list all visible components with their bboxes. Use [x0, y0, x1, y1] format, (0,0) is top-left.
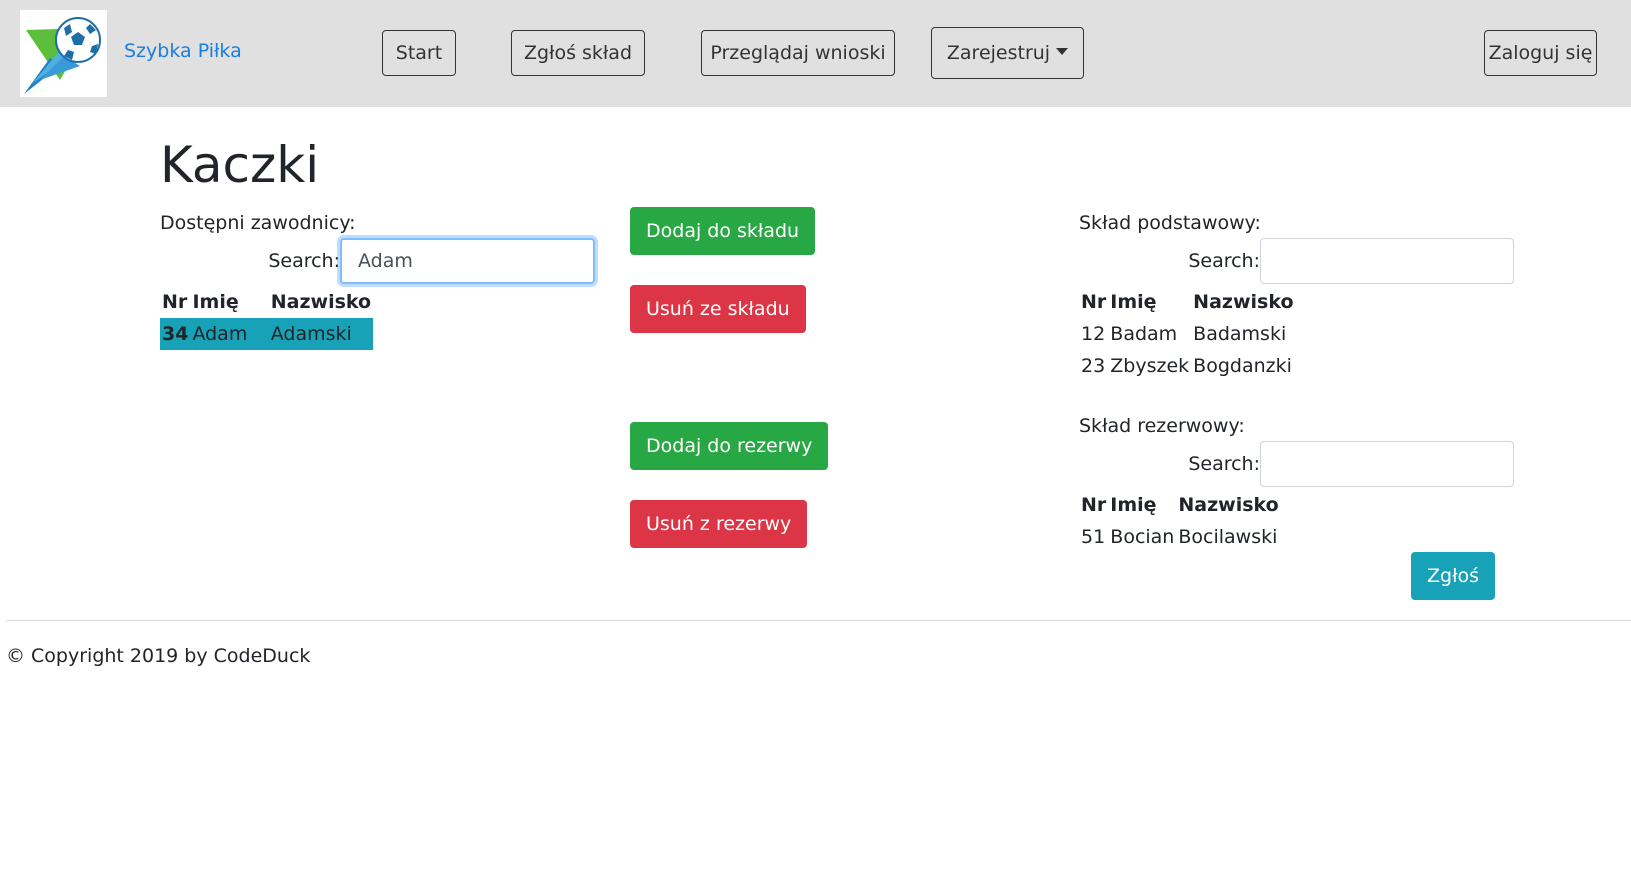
navbar: Szybka Piłka Start Zgłoś skład Przegląda…: [0, 0, 1631, 107]
available-search-label: Search:: [268, 250, 340, 272]
add-to-reserve-button[interactable]: Dodaj do rezerwy: [630, 422, 829, 470]
player-last-name: Badamski: [1193, 323, 1287, 345]
remove-from-squad-button[interactable]: Usuń ze składu: [630, 285, 806, 333]
footer-copyright: © Copyright 2019 by CodeDuck: [6, 645, 311, 667]
main-squad-table: Nr Imię Nazwisko 12 Badam Badamski 23 Zb…: [1079, 286, 1296, 382]
submit-button[interactable]: Zgłoś: [1411, 552, 1495, 600]
player-first-name: Bocian: [1110, 526, 1175, 548]
player-last-name: Adamski: [268, 318, 374, 350]
remove-from-reserve-button[interactable]: Usuń z rezerwy: [630, 500, 808, 548]
page-title: Kaczki: [160, 136, 320, 194]
column-header-nr: Nr: [162, 291, 188, 313]
table-row[interactable]: 12 Badam Badamski: [1079, 318, 1296, 350]
column-header-last-name: Nazwisko: [1178, 494, 1279, 516]
table-header-row: Nr Imię Nazwisko: [160, 286, 373, 318]
player-nr: 51: [1081, 526, 1106, 548]
available-search-input[interactable]: [340, 238, 595, 284]
chevron-down-icon: [1056, 47, 1069, 55]
reserve-squad-search-label: Search:: [1188, 453, 1260, 475]
main-squad-search-label: Search:: [1188, 250, 1260, 272]
reserve-squad-search-input[interactable]: [1260, 441, 1514, 487]
main-squad-search-input[interactable]: [1260, 238, 1514, 284]
nav-report-squad-button[interactable]: Zgłoś skład: [511, 30, 645, 76]
nav-register-dropdown[interactable]: Zarejestruj: [931, 27, 1084, 79]
player-first-name: Badam: [1110, 323, 1178, 345]
footer-divider: [6, 620, 1631, 621]
player-first-name: Zbyszek: [1110, 355, 1190, 377]
available-players-table: Nr Imię Nazwisko 34 Adam Adamski: [160, 286, 374, 350]
nav-login-button[interactable]: Zaloguj się: [1484, 30, 1597, 76]
add-to-squad-button[interactable]: Dodaj do składu: [630, 207, 816, 255]
table-row[interactable]: 51 Bocian Bocilawski: [1079, 521, 1281, 553]
reserve-squad-table: Nr Imię Nazwisko 51 Bocian Bocilawski: [1079, 489, 1281, 553]
soccer-ball-logo-icon[interactable]: [20, 10, 107, 97]
table-header-row: Nr Imię Nazwisko: [1079, 286, 1296, 318]
nav-register-label: Zarejestruj: [946, 42, 1051, 64]
player-last-name: Bocilawski: [1178, 526, 1278, 548]
column-header-nr: Nr: [1081, 291, 1107, 313]
table-row[interactable]: 34 Adam Adamski: [160, 318, 374, 350]
nav-browse-requests-button[interactable]: Przeglądaj wnioski: [701, 30, 895, 76]
column-header-nr: Nr: [1081, 494, 1107, 516]
player-nr: 12: [1081, 323, 1106, 345]
main-squad-label: Skład podstawowy:: [1079, 212, 1261, 234]
nav-start-button[interactable]: Start: [382, 30, 456, 76]
brand-link[interactable]: Szybka Piłka: [124, 40, 242, 62]
column-header-first-name: Imię: [192, 291, 239, 313]
column-header-first-name: Imię: [1110, 494, 1157, 516]
column-header-last-name: Nazwisko: [270, 291, 372, 313]
column-header-last-name: Nazwisko: [1193, 291, 1294, 313]
player-nr: 23: [1081, 355, 1106, 377]
available-players-label: Dostępni zawodnicy:: [160, 212, 356, 234]
reserve-squad-label: Skład rezerwowy:: [1079, 415, 1245, 437]
column-header-first-name: Imię: [1110, 291, 1157, 313]
player-first-name: Adam: [190, 318, 269, 350]
table-row[interactable]: 23 Zbyszek Bogdanzki: [1079, 350, 1296, 382]
player-last-name: Bogdanzki: [1193, 355, 1292, 377]
table-header-row: Nr Imię Nazwisko: [1079, 489, 1281, 521]
player-nr: 34: [160, 318, 191, 350]
